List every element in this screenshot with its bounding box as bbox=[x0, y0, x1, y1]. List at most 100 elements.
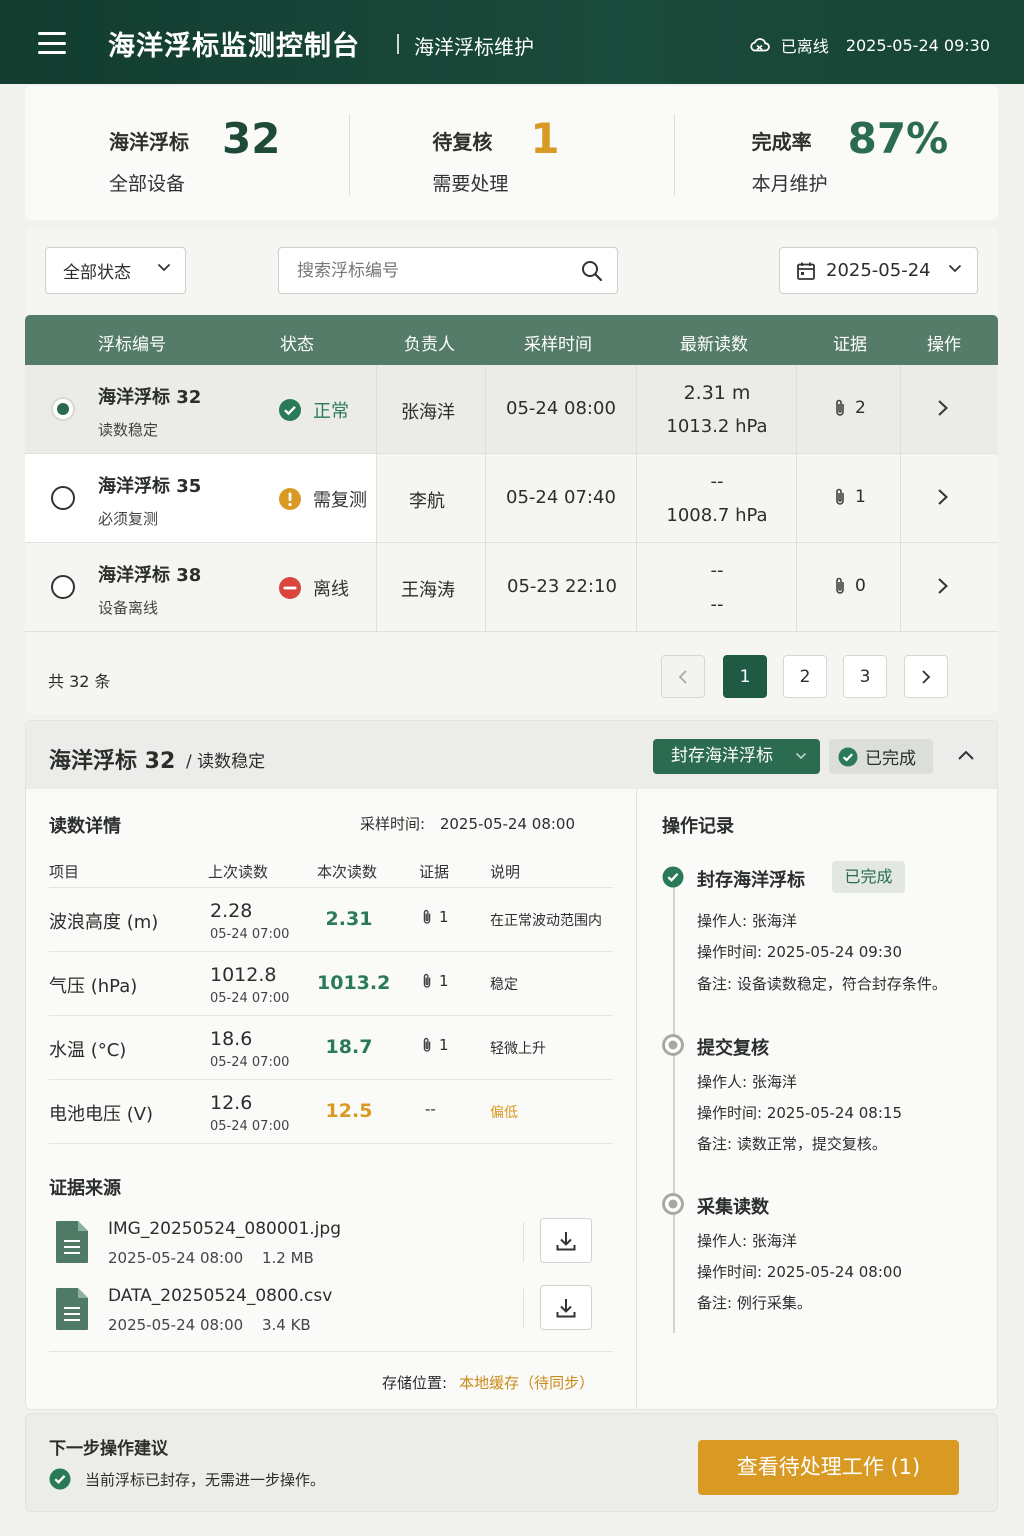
reading-row: 气压 (hPa) 1012.8 05-24 07:00 1013.2 1 稳定 bbox=[49, 952, 613, 1016]
file-date: 2025-05-24 08:00 bbox=[108, 1316, 244, 1334]
col-header: 浮标编号 bbox=[98, 335, 166, 355]
page-button[interactable]: 1 bbox=[723, 655, 767, 698]
log-note: 备注: 例行采集。 bbox=[697, 1294, 812, 1312]
date-picker[interactable]: 2025-05-24 bbox=[779, 247, 978, 294]
reading-prev: 18.6 bbox=[210, 1028, 253, 1050]
chevron-right-icon[interactable] bbox=[937, 488, 949, 506]
menu-icon[interactable] bbox=[38, 32, 66, 54]
connection-label: 已离线 bbox=[780, 37, 829, 56]
col-header: 上次读数 bbox=[208, 863, 269, 881]
readings-title: 读数详情 bbox=[49, 816, 121, 837]
evidence-number: 1 bbox=[439, 972, 449, 990]
table-row[interactable]: 海洋浮标 38 设备离线 离线 王海涛 05-23 22:10 -- -- 0 bbox=[25, 543, 998, 632]
file-meta: 2025-05-24 08:00 3.4 KB bbox=[108, 1316, 311, 1334]
col-header: 负责人 bbox=[404, 335, 455, 355]
evidence-count[interactable]: 0 bbox=[833, 576, 866, 596]
sample-time: 05-24 07:40 bbox=[506, 487, 616, 508]
seal-buoy-button[interactable]: 封存海洋浮标 bbox=[653, 739, 820, 774]
col-header: 操作 bbox=[927, 335, 961, 355]
chevron-up-icon[interactable] bbox=[957, 749, 975, 761]
paperclip-icon bbox=[423, 1037, 431, 1052]
readings-table-header: 项目 上次读数 本次读数 证据 说明 bbox=[49, 850, 613, 888]
reading-row: 水温 (°C) 18.6 05-24 07:00 18.7 1 轻微上升 bbox=[49, 1016, 613, 1080]
reading-row: 波浪高度 (m) 2.28 05-24 07:00 2.31 1 在正常波动范围… bbox=[49, 888, 613, 952]
evidence-count[interactable]: 1 bbox=[833, 487, 866, 507]
timeline-node-icon bbox=[662, 1193, 684, 1215]
reading-prev-time: 05-24 07:00 bbox=[210, 1055, 290, 1070]
log-time: 操作时间: 2025-05-24 09:30 bbox=[697, 943, 902, 961]
reading-current: 12.5 bbox=[325, 1100, 373, 1122]
reading-item: 水温 (°C) bbox=[49, 1040, 127, 1061]
summary-value: 1 bbox=[530, 114, 560, 163]
timeline-line bbox=[673, 883, 675, 1333]
detail-title: 海洋浮标 32 bbox=[49, 749, 176, 774]
file-icon bbox=[56, 1288, 88, 1330]
table-row[interactable]: 海洋浮标 32 读数稳定 正常 张海洋 05-24 08:00 2.31 m 1… bbox=[25, 365, 998, 454]
evidence-number: 0 bbox=[855, 576, 866, 596]
col-header: 最新读数 bbox=[680, 335, 748, 355]
evidence-number: 1 bbox=[439, 908, 449, 926]
row-radio[interactable] bbox=[51, 486, 75, 510]
download-button[interactable] bbox=[540, 1285, 592, 1330]
download-icon bbox=[556, 1231, 576, 1250]
sample-time-value: 2025-05-24 08:00 bbox=[439, 815, 576, 833]
log-title: 操作记录 bbox=[662, 816, 734, 837]
file-name[interactable]: IMG_20250524_080001.jpg bbox=[108, 1219, 341, 1239]
buoy-name: 海洋浮标 32 bbox=[98, 387, 202, 408]
check-circle-icon bbox=[49, 1468, 71, 1490]
col-header: 证据 bbox=[419, 863, 450, 881]
check-circle-icon bbox=[838, 747, 858, 766]
reading-secondary: 1013.2 hPa bbox=[666, 416, 768, 437]
summary-sub: 全部设备 bbox=[109, 173, 186, 195]
reading-prev-time: 05-24 07:00 bbox=[210, 1119, 290, 1134]
log-operator: 操作人: 张海洋 bbox=[697, 1073, 797, 1091]
log-entry-title: 封存海洋浮标 bbox=[697, 870, 805, 891]
row-radio[interactable] bbox=[51, 575, 75, 599]
cloud-offline-icon bbox=[750, 38, 770, 52]
paperclip-icon bbox=[836, 399, 844, 416]
evidence-count[interactable]: 2 bbox=[833, 398, 866, 418]
next-action-card: 下一步操作建议 当前浮标已封存，无需进一步操作。 查看待处理工作 (1) bbox=[25, 1413, 998, 1512]
log-operator: 操作人: 张海洋 bbox=[697, 912, 797, 930]
status-filter-select[interactable]: 全部状态 bbox=[45, 247, 186, 294]
sample-time-info: 采样时间: 2025-05-24 08:00 bbox=[360, 813, 575, 834]
summary-label: 海洋浮标 bbox=[109, 130, 189, 154]
status-text: 正常 bbox=[313, 401, 349, 422]
page-prev-button[interactable] bbox=[661, 655, 705, 698]
log-entry-title: 采集读数 bbox=[697, 1197, 769, 1218]
summary-pending: 待复核 1 需要处理 bbox=[349, 86, 673, 220]
reading-description: 偏低 bbox=[490, 1105, 518, 1121]
warning-icon bbox=[279, 488, 301, 510]
file-name[interactable]: DATA_20250524_0800.csv bbox=[108, 1286, 332, 1306]
reading-evidence[interactable]: 1 bbox=[421, 972, 449, 990]
reading-prev: 1012.8 bbox=[210, 964, 277, 986]
evidence-file: DATA_20250524_0800.csv 2025-05-24 08:00 … bbox=[49, 1285, 613, 1351]
page-next-button[interactable] bbox=[904, 655, 948, 698]
page-button[interactable]: 3 bbox=[843, 655, 887, 698]
status-text: 离线 bbox=[313, 579, 349, 600]
table-row[interactable]: 海洋浮标 35 必须复测 需复测 李航 05-24 07:40 -- 1008.… bbox=[25, 454, 998, 543]
evidence-number: 1 bbox=[439, 1036, 449, 1054]
app-title: 海洋浮标监测控制台 bbox=[108, 31, 360, 62]
check-circle-icon bbox=[279, 399, 301, 421]
chevron-right-icon[interactable] bbox=[937, 399, 949, 417]
summary-completion: 完成率 87% 本月维护 bbox=[673, 86, 998, 220]
owner: 李航 bbox=[409, 491, 445, 512]
row-radio[interactable] bbox=[51, 397, 75, 421]
paperclip-icon bbox=[423, 973, 431, 988]
buoy-table: 浮标编号 状态 负责人 采样时间 最新读数 证据 操作 海洋浮标 32 读数稳定… bbox=[25, 315, 998, 632]
search-input[interactable] bbox=[279, 248, 549, 293]
status-filter-value: 全部状态 bbox=[63, 263, 131, 283]
reading-evidence[interactable]: 1 bbox=[421, 908, 449, 926]
page-button[interactable]: 2 bbox=[783, 655, 827, 698]
chevron-right-icon[interactable] bbox=[937, 577, 949, 595]
reading-evidence[interactable]: 1 bbox=[421, 1036, 449, 1054]
download-button[interactable] bbox=[540, 1218, 592, 1263]
status-badge: 需复测 bbox=[278, 486, 367, 512]
summary-total: 海洋浮标 32 全部设备 bbox=[25, 86, 349, 220]
reading-current: 18.7 bbox=[325, 1036, 373, 1058]
chevron-down-icon bbox=[948, 264, 962, 273]
search-icon[interactable] bbox=[581, 260, 603, 282]
connection-status: 已离线 2025-05-24 09:30 bbox=[749, 33, 990, 57]
view-pending-work-button[interactable]: 查看待处理工作 (1) bbox=[698, 1440, 959, 1495]
